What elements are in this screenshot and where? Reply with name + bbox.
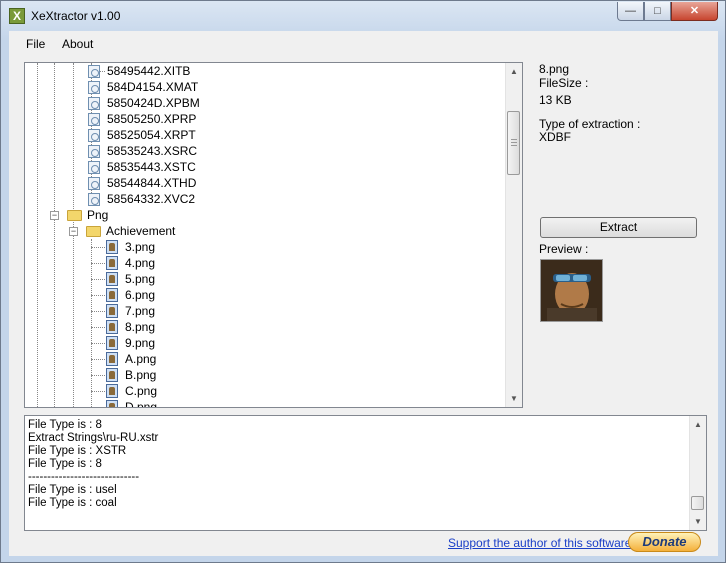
- image-file-icon: [106, 400, 118, 407]
- title-bar[interactable]: X XeXtractor v1.00 — □ ✕: [1, 1, 725, 31]
- folder-icon: [67, 210, 82, 221]
- file-icon: [88, 81, 100, 94]
- scrollbar-thumb[interactable]: [691, 496, 704, 510]
- donate-button[interactable]: Donate: [628, 532, 701, 552]
- scroll-up-icon[interactable]: ▲: [506, 63, 522, 80]
- file-icon: [88, 65, 100, 78]
- image-file-icon: [106, 240, 118, 254]
- client-area: File About 58495442.XITB 584D4154.XMAT 5…: [9, 31, 718, 556]
- minimize-button[interactable]: —: [617, 2, 644, 21]
- tree-item[interactable]: 58535443.XSTC: [25, 159, 505, 175]
- log-vertical-scrollbar[interactable]: ▲ ▼: [689, 416, 706, 530]
- tree-item[interactable]: B.png: [25, 367, 505, 383]
- log-line: File Type is : 8: [28, 458, 102, 470]
- app-icon: X: [9, 8, 25, 24]
- log-line: File Type is : 8: [28, 419, 102, 431]
- log-line: File Type is : usel: [28, 484, 117, 496]
- tree-item[interactable]: 58525054.XRPT: [25, 127, 505, 143]
- tree-item[interactable]: 3.png: [25, 239, 505, 255]
- scroll-up-icon[interactable]: ▲: [690, 416, 706, 433]
- file-icon: [88, 161, 100, 174]
- log-line: File Type is : XSTR: [28, 445, 127, 457]
- tree-item[interactable]: 6.png: [25, 287, 505, 303]
- maximize-button[interactable]: □: [644, 2, 671, 21]
- tree-item[interactable]: 58564332.XVC2: [25, 191, 505, 207]
- scroll-down-icon[interactable]: ▼: [506, 390, 522, 407]
- tree-item[interactable]: 58544844.XTHD: [25, 175, 505, 191]
- tree-folder-achievement[interactable]: − Achievement: [25, 223, 505, 239]
- folder-icon: [86, 226, 101, 237]
- tree-item[interactable]: 58495442.XITB: [25, 63, 505, 79]
- tree-item[interactable]: 7.png: [25, 303, 505, 319]
- extract-button[interactable]: Extract: [540, 217, 697, 238]
- app-window: X XeXtractor v1.00 — □ ✕ File About 5849…: [0, 0, 726, 563]
- tree-item[interactable]: 5850424D.XPBM: [25, 95, 505, 111]
- support-author-link[interactable]: Support the author of this software :: [448, 536, 638, 550]
- image-file-icon: [106, 320, 118, 334]
- tree-folder-png[interactable]: − Png: [25, 207, 505, 223]
- file-tree[interactable]: 58495442.XITB 584D4154.XMAT 5850424D.XPB…: [24, 62, 523, 408]
- image-file-icon: [106, 256, 118, 270]
- preview-image: [540, 259, 603, 322]
- extraction-type-label: Type of extraction :: [539, 117, 641, 131]
- tree-item[interactable]: 58535243.XSRC: [25, 143, 505, 159]
- close-button[interactable]: ✕: [671, 2, 718, 21]
- tree-vertical-scrollbar[interactable]: ▲ ▼: [505, 63, 522, 407]
- image-file-icon: [106, 336, 118, 350]
- tree-item[interactable]: 4.png: [25, 255, 505, 271]
- extraction-type-value: XDBF: [539, 130, 572, 144]
- tree-item[interactable]: C.png: [25, 383, 505, 399]
- tree-item[interactable]: 5.png: [25, 271, 505, 287]
- window-title: XeXtractor v1.00: [31, 9, 121, 23]
- scroll-down-icon[interactable]: ▼: [690, 513, 706, 530]
- tree-item[interactable]: 58505250.XPRP: [25, 111, 505, 127]
- filesize-value: 13 KB: [539, 93, 572, 107]
- log-output[interactable]: File Type is : 8 Extract Strings\ru-RU.x…: [24, 415, 707, 531]
- file-info-panel: 8.png FileSize : 13 KB Type of extractio…: [532, 62, 707, 322]
- tree-item[interactable]: D.png: [25, 399, 505, 407]
- file-icon: [88, 129, 100, 142]
- file-icon: [88, 97, 100, 110]
- preview-label: Preview :: [539, 242, 589, 256]
- file-icon: [88, 145, 100, 158]
- tree-item[interactable]: A.png: [25, 351, 505, 367]
- image-file-icon: [106, 304, 118, 318]
- preview-portrait-icon: [541, 260, 602, 321]
- tree-item[interactable]: 584D4154.XMAT: [25, 79, 505, 95]
- file-icon: [88, 113, 100, 126]
- selected-filename: 8.png: [539, 62, 570, 76]
- scrollbar-thumb[interactable]: [507, 111, 520, 175]
- image-file-icon: [106, 288, 118, 302]
- collapse-icon[interactable]: −: [69, 227, 78, 236]
- file-icon: [88, 177, 100, 190]
- log-line: File Type is : coal: [28, 497, 117, 509]
- image-file-icon: [106, 384, 118, 398]
- tree-item[interactable]: 9.png: [25, 335, 505, 351]
- image-file-icon: [106, 368, 118, 382]
- tree-item[interactable]: 8.png: [25, 319, 505, 335]
- log-line: -----------------------------: [28, 471, 140, 483]
- file-icon: [88, 193, 100, 206]
- log-line: Extract Strings\ru-RU.xstr: [28, 432, 159, 444]
- image-file-icon: [106, 272, 118, 286]
- collapse-icon[interactable]: −: [50, 211, 59, 220]
- menu-about[interactable]: About: [62, 37, 93, 51]
- menu-bar: File About: [9, 31, 718, 57]
- filesize-label: FileSize :: [539, 76, 589, 90]
- image-file-icon: [106, 352, 118, 366]
- menu-file[interactable]: File: [26, 37, 45, 51]
